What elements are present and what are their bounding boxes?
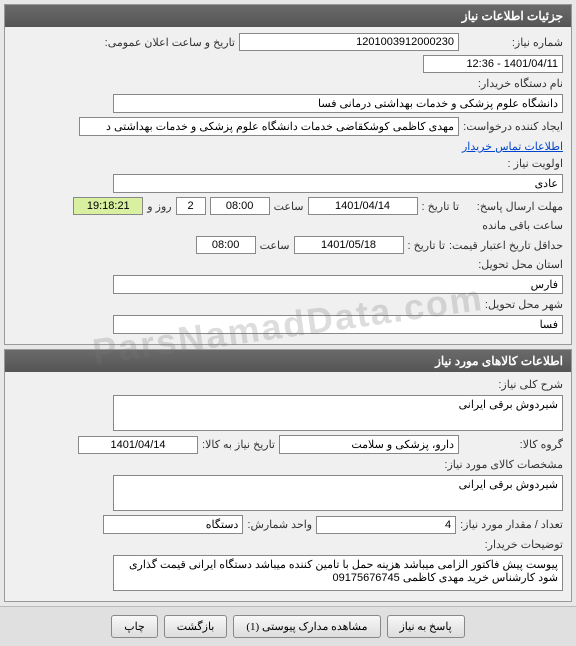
- province-field: فارس: [113, 275, 563, 294]
- validity-time-field: 08:00: [196, 236, 256, 254]
- need-date-field: 1401/04/14: [78, 436, 198, 454]
- deadline-label: مهلت ارسال پاسخ:: [463, 200, 563, 213]
- qty-field: 4: [316, 516, 456, 534]
- back-button[interactable]: بازگشت: [164, 615, 228, 638]
- creator-label: ایجاد کننده درخواست:: [463, 120, 563, 133]
- button-bar: پاسخ به نیاز مشاهده مدارک پیوستی (1) باز…: [0, 606, 576, 646]
- spec-field: شیردوش برقی ایرانی: [113, 475, 563, 511]
- city-label: شهر محل تحویل:: [463, 298, 563, 311]
- announce-label: تاریخ و ساعت اعلان عمومی:: [105, 36, 235, 49]
- need-no-label: شماره نیاز:: [463, 36, 563, 49]
- priority-field: عادی: [113, 174, 563, 193]
- desc-label: شرح کلی نیاز:: [463, 378, 563, 391]
- desc-field: شیردوش برقی ایرانی: [113, 395, 563, 431]
- time-remaining-field: 19:18:21: [73, 197, 143, 215]
- buyer-org-label: نام دستگاه خریدار:: [463, 77, 563, 90]
- validity-label: حداقل تاریخ اعتبار قیمت:: [449, 239, 563, 252]
- remaining-label: ساعت باقی مانده: [482, 219, 563, 232]
- buyer-notes-field: پیوست پیش فاکتور الزامی میباشد هزینه حمل…: [113, 555, 563, 591]
- time-label-2: ساعت: [260, 239, 290, 252]
- time-label-1: ساعت: [274, 200, 304, 213]
- need-details-panel: جزئیات اطلاعات نیاز شماره نیاز: 12010039…: [4, 4, 572, 345]
- priority-label: اولویت نیاز :: [463, 157, 563, 170]
- days-remaining-field: 2: [176, 197, 206, 215]
- qty-label: تعداد / مقدار مورد نیاز:: [460, 518, 563, 531]
- province-label: استان محل تحویل:: [463, 258, 563, 271]
- buyer-notes-label: توضیحات خریدار:: [463, 538, 563, 551]
- buyer-org-field: دانشگاه علوم پزشکی و خدمات بهداشتی درمان…: [113, 94, 563, 113]
- contact-link[interactable]: اطلاعات تماس خریدار: [462, 140, 563, 153]
- panel1-title: جزئیات اطلاعات نیاز: [5, 5, 571, 27]
- deadline-time-field: 08:00: [210, 197, 270, 215]
- creator-field: مهدی کاظمی کوشکقاضی خدمات دانشگاه علوم پ…: [79, 117, 459, 136]
- to-date-label: تا تاریخ :: [422, 200, 459, 213]
- days-label: روز و: [147, 200, 171, 213]
- print-button[interactable]: چاپ: [111, 615, 158, 638]
- attachments-button[interactable]: مشاهده مدارک پیوستی (1): [233, 615, 380, 638]
- respond-button[interactable]: پاسخ به نیاز: [387, 615, 465, 638]
- announce-field: 1401/04/11 - 12:36: [423, 55, 563, 73]
- unit-label: واحد شمارش:: [247, 518, 312, 531]
- deadline-date-field: 1401/04/14: [308, 197, 418, 215]
- group-field: دارو، پزشکی و سلامت: [279, 435, 459, 454]
- goods-info-panel: اطلاعات کالاهای مورد نیاز شرح کلی نیاز: …: [4, 349, 572, 602]
- panel2-title: اطلاعات کالاهای مورد نیاز: [5, 350, 571, 372]
- to-date-label-2: تا تاریخ :: [408, 239, 445, 252]
- need-date-label: تاریخ نیاز به کالا:: [202, 438, 275, 451]
- spec-label: مشخصات کالای مورد نیاز:: [444, 458, 563, 471]
- unit-field: دستگاه: [103, 515, 243, 534]
- validity-date-field: 1401/05/18: [294, 236, 404, 254]
- need-no-field: 1201003912000230: [239, 33, 459, 51]
- city-field: فسا: [113, 315, 563, 334]
- group-label: گروه کالا:: [463, 438, 563, 451]
